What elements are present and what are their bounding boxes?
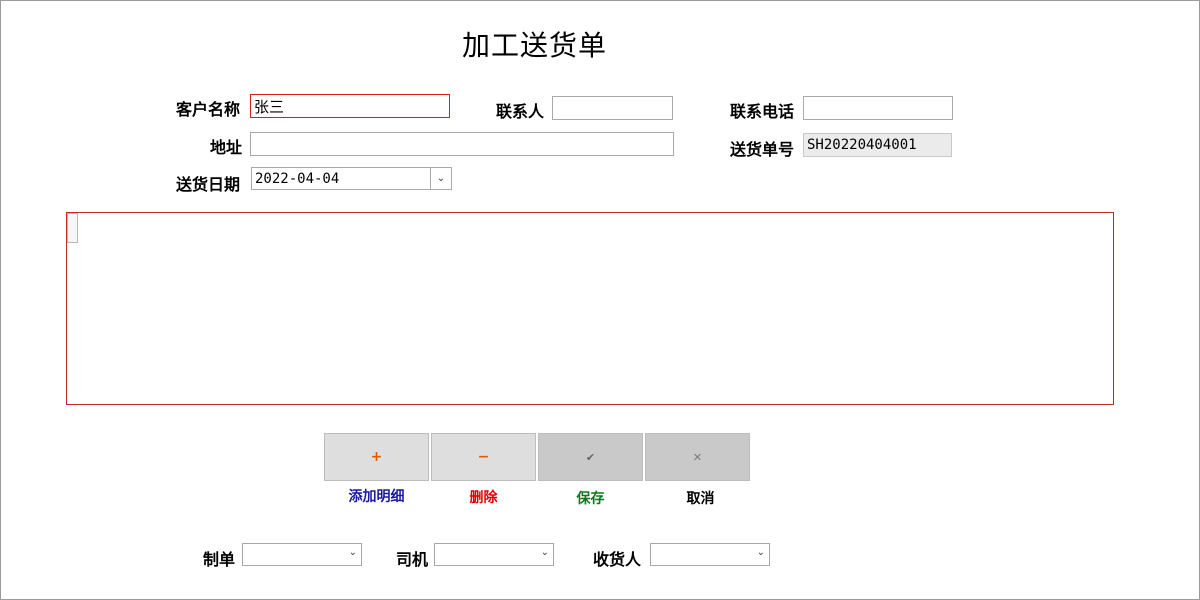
- contact-label: 联系人: [496, 102, 545, 121]
- order-number-label: 送货单号: [730, 140, 795, 159]
- save-button[interactable]: ✔: [538, 433, 643, 481]
- chevron-down-icon: ⌄: [756, 547, 765, 558]
- page-title: 加工送货单: [462, 29, 608, 62]
- delete-label[interactable]: 删除: [431, 487, 536, 507]
- calendar-dropdown-icon[interactable]: ⌄: [430, 168, 451, 189]
- save-label[interactable]: 保存: [538, 488, 643, 508]
- add-detail-button[interactable]: +: [324, 433, 429, 481]
- driver-label: 司机: [396, 550, 429, 569]
- receiver-label: 收货人: [593, 550, 642, 569]
- check-icon: ✔: [585, 450, 596, 464]
- maker-label: 制单: [203, 550, 236, 569]
- address-field[interactable]: [250, 132, 674, 156]
- minus-icon: −: [477, 449, 490, 465]
- receiver-select[interactable]: ⌄: [650, 543, 770, 566]
- delivery-date-label: 送货日期: [176, 175, 241, 194]
- phone-field[interactable]: [803, 96, 953, 120]
- detail-grid[interactable]: [66, 212, 1114, 405]
- grid-corner-cell[interactable]: [67, 213, 78, 243]
- driver-select[interactable]: ⌄: [434, 543, 554, 566]
- customer-name-field[interactable]: [250, 94, 450, 118]
- address-label: 地址: [210, 138, 243, 157]
- plus-icon: +: [370, 449, 383, 465]
- chevron-down-icon: ⌄: [540, 547, 549, 558]
- order-number-field[interactable]: [803, 133, 952, 157]
- chevron-down-icon: ⌄: [348, 547, 357, 558]
- delete-button[interactable]: −: [431, 433, 536, 481]
- cancel-button[interactable]: ✕: [645, 433, 750, 481]
- cancel-label[interactable]: 取消: [648, 488, 753, 508]
- add-detail-label[interactable]: 添加明细: [324, 486, 429, 506]
- maker-select[interactable]: ⌄: [242, 543, 362, 566]
- customer-name-label: 客户名称: [176, 100, 241, 119]
- delivery-date-picker[interactable]: ⌄: [251, 167, 452, 190]
- delivery-date-field[interactable]: [252, 168, 436, 189]
- phone-label: 联系电话: [730, 102, 795, 121]
- close-icon: ✕: [692, 450, 703, 464]
- contact-field[interactable]: [552, 96, 673, 120]
